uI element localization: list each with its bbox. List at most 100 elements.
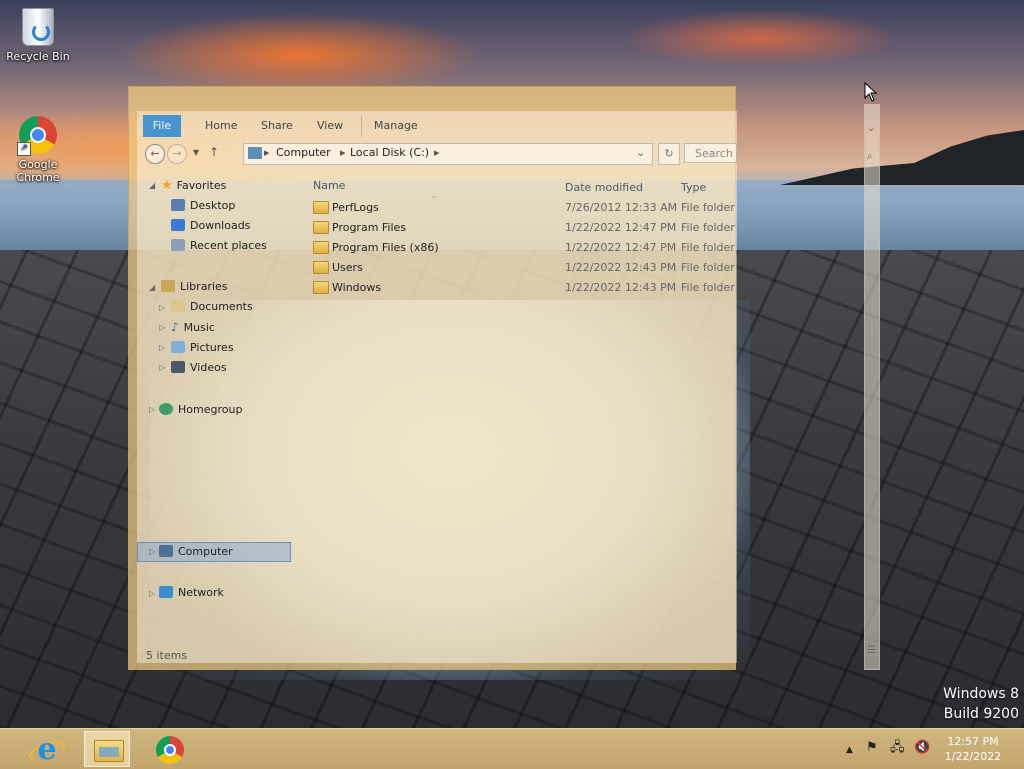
taskbar-internet-explorer[interactable]: e — [22, 731, 68, 767]
background-window-edge[interactable]: ⌄ ⌕ ☰ — [864, 104, 880, 670]
desktop-icon-label-line1: Google — [18, 158, 58, 171]
shortcut-arrow-icon: ↗ — [17, 142, 31, 156]
desktop-icon-recycle-bin[interactable]: Recycle Bin — [0, 8, 76, 63]
search-icon: ⌕ — [867, 151, 873, 162]
breadcrumb-separator: ▸ — [264, 146, 270, 159]
desktop-icon-label: Recycle Bin — [6, 50, 70, 63]
recent-places-icon — [171, 239, 185, 251]
network-icon[interactable]: 🖧 — [890, 741, 905, 755]
expand-arrow-icon[interactable]: ▷ — [159, 303, 165, 312]
breadcrumb-local-disk[interactable]: Local Disk (C:) — [350, 146, 429, 159]
documents-icon — [171, 300, 185, 312]
recycle-bin-icon — [22, 8, 54, 46]
nav-computer[interactable]: Computer — [159, 543, 233, 561]
libraries-icon — [161, 280, 175, 292]
network-icon — [159, 586, 173, 598]
windows-build-watermark: Windows 8 Build 9200 — [943, 684, 1019, 724]
forward-button[interactable]: → — [167, 144, 187, 164]
clock-time: 12:57 PM — [947, 735, 999, 748]
explorer-client-area: File Home Share View Manage ← → ▾ ↑ ▸ Co… — [137, 111, 737, 663]
nav-label: Favorites — [176, 179, 227, 192]
nav-music[interactable]: ♪ Music — [171, 318, 215, 336]
table-row[interactable]: PerfLogs 7/26/2012 12:33 AM File folder — [307, 198, 737, 218]
column-header-type[interactable]: Type — [681, 181, 706, 194]
collapse-arrow-icon[interactable]: ◢ — [149, 181, 155, 190]
breadcrumb-separator: ▸ — [340, 146, 346, 159]
column-header-name[interactable]: Name — [313, 179, 345, 192]
file-name: PerfLogs — [332, 201, 379, 214]
collapse-arrow-icon[interactable]: ◢ — [149, 283, 155, 292]
recent-locations-dropdown[interactable]: ▾ — [193, 145, 199, 159]
breadcrumb-separator: ▸ — [434, 146, 440, 159]
folder-icon — [313, 201, 329, 214]
expand-arrow-icon[interactable]: ▷ — [159, 323, 165, 332]
clock-date: 1/22/2022 — [944, 750, 1002, 763]
address-dropdown-icon[interactable]: ⌄ — [636, 146, 645, 159]
file-name: Program Files (x86) — [332, 241, 439, 254]
refresh-button[interactable]: ↻ — [658, 143, 680, 165]
table-row[interactable]: Program Files 1/22/2022 12:47 PM File fo… — [307, 218, 737, 238]
tab-file[interactable]: File — [143, 115, 181, 137]
nav-label: Network — [178, 586, 224, 599]
nav-homegroup[interactable]: Homegroup — [159, 401, 242, 419]
back-button[interactable]: ← — [145, 144, 165, 164]
file-explorer-window[interactable]: File Home Share View Manage ← → ▾ ↑ ▸ Co… — [128, 86, 737, 670]
address-bar[interactable]: ▸ Computer ▸ Local Disk (C:) ▸ ⌄ — [243, 143, 653, 165]
action-center-flag-icon[interactable]: ⚑ — [866, 741, 878, 755]
up-button[interactable]: ↑ — [209, 145, 219, 159]
mouse-cursor-icon — [864, 82, 878, 102]
tab-view[interactable]: View — [305, 115, 355, 137]
file-type: File folder — [681, 221, 735, 234]
file-type: File folder — [681, 261, 735, 274]
tab-manage[interactable]: Manage — [361, 115, 430, 137]
folder-icon — [313, 241, 329, 254]
table-row[interactable]: Program Files (x86) 1/22/2022 12:47 PM F… — [307, 238, 737, 258]
status-bar-item-count: 5 items — [146, 649, 188, 662]
breadcrumb-computer[interactable]: Computer — [276, 146, 331, 159]
show-hidden-icons-icon[interactable]: ▲ — [846, 743, 853, 757]
nav-libraries[interactable]: Libraries — [161, 278, 228, 296]
table-row[interactable]: Windows 1/22/2022 12:43 PM File folder — [307, 278, 737, 298]
nav-network[interactable]: Network — [159, 584, 224, 602]
nav-videos[interactable]: Videos — [171, 359, 227, 377]
folder-icon — [313, 261, 329, 274]
chrome-icon — [156, 736, 184, 764]
file-date: 1/22/2022 12:47 PM — [565, 241, 677, 254]
nav-label: Documents — [190, 300, 253, 313]
volume-muted-icon[interactable]: 🔇 — [914, 741, 930, 755]
nav-label: Libraries — [180, 280, 228, 293]
nav-recent-places[interactable]: Recent places — [171, 237, 267, 255]
nav-favorites[interactable]: ★ Favorites — [161, 177, 226, 195]
desktop-icon-google-chrome[interactable]: ↗ Google Chrome — [0, 116, 76, 184]
chevron-down-icon: ⌄ — [867, 123, 876, 134]
expand-arrow-icon[interactable]: ▷ — [149, 405, 155, 414]
watermark-line1: Windows 8 — [943, 686, 1019, 702]
expand-arrow-icon[interactable]: ▷ — [149, 589, 155, 598]
taskbar-google-chrome[interactable] — [146, 731, 192, 767]
folder-icon — [313, 221, 329, 234]
table-row[interactable]: Users 1/22/2022 12:43 PM File folder — [307, 258, 737, 278]
desktop-icon-label-line2: Chrome — [16, 171, 60, 184]
tab-share[interactable]: Share — [249, 115, 305, 137]
details-view-icon[interactable]: ☰ — [867, 645, 876, 656]
nav-desktop[interactable]: Desktop — [171, 197, 235, 215]
nav-documents[interactable]: Documents — [171, 298, 253, 316]
nav-label: Computer — [178, 545, 233, 558]
search-input[interactable]: Search — [684, 143, 737, 163]
expand-arrow-icon[interactable]: ▷ — [159, 363, 165, 372]
expand-arrow-icon[interactable]: ▷ — [149, 547, 155, 556]
system-clock[interactable]: 12:57 PM 1/22/2022 — [940, 734, 1006, 764]
nav-downloads[interactable]: Downloads — [171, 217, 250, 235]
taskbar: e ▲ ⚑ 🖧 🔇 12:57 PM 1/22/2022 — [0, 728, 1024, 769]
nav-pictures[interactable]: Pictures — [171, 339, 234, 357]
column-header-date[interactable]: Date modified — [565, 181, 643, 194]
file-date: 7/26/2012 12:33 AM — [565, 201, 678, 214]
nav-label: Homegroup — [178, 403, 243, 416]
navigation-pane: ◢ ★ Favorites Desktop Downloads Recent pl… — [137, 178, 307, 621]
tab-home[interactable]: Home — [193, 115, 249, 137]
expand-arrow-icon[interactable]: ▷ — [159, 343, 165, 352]
file-type: File folder — [681, 281, 735, 294]
computer-icon — [159, 545, 173, 557]
taskbar-file-explorer[interactable] — [84, 731, 130, 767]
videos-icon — [171, 361, 185, 373]
